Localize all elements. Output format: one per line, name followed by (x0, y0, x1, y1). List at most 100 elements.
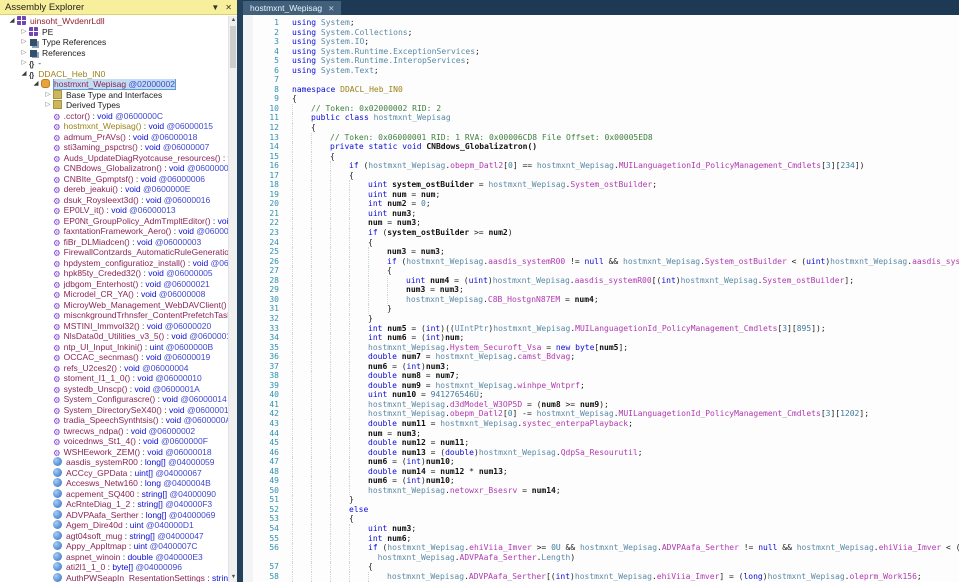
tree-item[interactable]: ⚙FirewallContzards_AutomaticRuleGenerati… (0, 247, 237, 258)
tree-item[interactable]: ⚙faxntationFramework_Aero() : void @0600… (0, 226, 237, 237)
tree-item[interactable]: ⚙dereb_jeakui() : void @0600000E (0, 184, 237, 195)
tree-item[interactable]: ⚙sti3aming_pspctrs() : void @06000007 (0, 142, 237, 153)
tree-item[interactable]: ◢{}DDACL_Heb_IN0 (0, 69, 237, 80)
item-label: faxntationFramework_Aero() : void @06000… (64, 226, 237, 236)
token: ][ (830, 409, 840, 418)
tree-item[interactable]: ▷Base Type and Interfaces (0, 90, 237, 101)
tree-item[interactable]: AcRnteDiag_1_2 : string[] @040000F3 (0, 499, 237, 510)
token: num4 (430, 276, 449, 285)
expander-icon[interactable]: ◢ (31, 79, 41, 90)
tree-item[interactable]: ⚙.cctor() : void @0600000C (0, 111, 237, 122)
tree-item[interactable]: aasdis_systemR00 : long[] @04000059 (0, 457, 237, 468)
expander-icon[interactable]: ◢ (19, 69, 29, 80)
tree-scrollbar[interactable]: ▲ ▼ (228, 16, 237, 582)
code-line: 21 uint num3; (253, 209, 959, 219)
tree-item[interactable]: ⚙jdbgom_Enterhost() : void @06000021 (0, 279, 237, 290)
tree-item[interactable]: ACCcy_GPData : uint[] @04000067 (0, 468, 237, 479)
tree-item[interactable]: ▷References (0, 48, 237, 59)
tree-item[interactable]: ▷Derived Types (0, 100, 237, 111)
token: ; (479, 390, 484, 399)
tree-item[interactable]: ⚙NlsData0d_Utilities_v3_5() : void @0600… (0, 331, 237, 342)
token: 941276546U (431, 390, 479, 399)
tree-item[interactable]: Agem_Dire40d : uint @040000D1 (0, 520, 237, 531)
tree-item[interactable]: ⚙dsuk_Roysleext3d() : void @06000016 (0, 195, 237, 206)
token: hostmxnt_Wepisag (623, 257, 700, 266)
tree-item[interactable]: ⚙System_Configurascre() : void @06000014 (0, 394, 237, 405)
scroll-down-icon[interactable]: ▼ (229, 573, 238, 582)
tree-item[interactable]: ⚙tradia_SpeechSynthtsis() : void @060000… (0, 415, 237, 426)
close-icon[interactable]: ✕ (225, 3, 232, 12)
tree-item[interactable]: ▷PE (0, 27, 237, 38)
indent-guide (349, 429, 368, 439)
indent-guide (349, 218, 368, 228)
token: AcRnteDiag_1_2 (66, 499, 130, 509)
scrollbar-thumb[interactable] (230, 26, 236, 68)
code-line: 28 uint num4 = (uint)hostmxnt_Wepisag.aa… (253, 276, 959, 286)
tree-item[interactable]: Appy_AppItmap : uint @0400007C (0, 541, 237, 552)
token: hostmxnt_Wepisag (435, 352, 512, 361)
breakpoint-gutter[interactable] (243, 15, 253, 582)
tree-item[interactable]: Accesws_Netw160 : long @0400004B (0, 478, 237, 489)
tree-item[interactable]: ⚙systedb_Unscp() : void @0600001A (0, 384, 237, 395)
line-number: 58 (253, 572, 279, 582)
token: CNBIte_Gpmptsf() (64, 174, 134, 184)
tree-item[interactable]: ⚙refs_U2ces2() : void @06000004 (0, 363, 237, 374)
tree-item[interactable]: ⚙Microdel_CR_YA() : void @06000008 (0, 289, 237, 300)
indent-guide (292, 438, 311, 448)
expander-icon[interactable]: ◢ (7, 16, 17, 27)
tree-item[interactable]: ⚙EP0LV_it() : void @06000013 (0, 205, 237, 216)
expander-icon[interactable]: ▷ (19, 37, 29, 48)
token: )(( (440, 324, 454, 333)
tree-item[interactable]: ⚙hpk85ty_Creded32() : void @06000005 (0, 268, 237, 279)
indent-guide (292, 486, 311, 496)
item-label: admum_PrAVs() : void @06000018 (64, 132, 198, 142)
tree-item[interactable]: ⚙MicroyWeb_Management_WebDAVClient() : v… (0, 300, 237, 311)
tree-item[interactable]: ⚙hpdystem_configuratioz_install() : void… (0, 258, 237, 269)
tree-item[interactable]: ADVPAafa_Serther : long[] @04000069 (0, 510, 237, 521)
token: num6 (368, 476, 387, 485)
tree-item[interactable]: ◢uinsoht_WvdenrLdll (0, 16, 237, 27)
tree-item[interactable]: ⚙ntp_UI_Input_Inkini() : uint @0600000B (0, 342, 237, 353)
token: void (145, 279, 161, 289)
tree-item[interactable]: agt04soft_mug : string[] @04000047 (0, 531, 237, 542)
tree-item[interactable]: ⚙System_DirectorySeX40() : void @0600001… (0, 405, 237, 416)
tree-item[interactable]: aspnet_winoin : double @040000E3 (0, 552, 237, 563)
tree-item[interactable]: ⚙Auds_UpdateDiagRyotcause_resources() : … (0, 153, 237, 164)
assembly-tree[interactable]: ◢uinsoht_WvdenrLdll▷PE▷Type References▷R… (0, 15, 237, 582)
expander-icon[interactable]: ▷ (19, 27, 29, 38)
tree-item[interactable]: ◢hostmxnt_Wepisag @02000002 (0, 79, 237, 90)
code-line: 3using System.IO; (253, 37, 959, 47)
tree-item[interactable]: ⚙CNBIte_Gpmptsf() : void @06000006 (0, 174, 237, 185)
tree-item[interactable]: AuthPWSeapIn_ResentationSettings : strin… (0, 573, 237, 582)
tree-item[interactable]: ▷Type References (0, 37, 237, 48)
window-position-icon[interactable]: ▼ (211, 3, 219, 12)
tree-item[interactable]: ⚙MSTINI_Immvol32() : void @06000020 (0, 321, 237, 332)
tab-close-icon[interactable]: ✕ (328, 4, 334, 13)
tree-item[interactable]: ⚙voicednws_St1_4() : void @0600000F (0, 436, 237, 447)
tree-item[interactable]: ⚙hostmxnt_Wepisag() : void @06000015 (0, 121, 237, 132)
tab-hostmxnt-wepisag[interactable]: hostmxnt_Wepisag ✕ (243, 1, 341, 15)
decompiled-source[interactable]: 1using System;2using System.Collections;… (253, 15, 959, 582)
item-label: System_DirectorySeX40() : void @0600001F (64, 405, 234, 415)
tree-item[interactable]: ⚙stoment_I1_1_0() : void @06000010 (0, 373, 237, 384)
tree-item[interactable]: ⚙twrecws_ndpa() : void @06000002 (0, 426, 237, 437)
tree-item[interactable]: ⚙fiBr_DLMiadcen() : void @06000003 (0, 237, 237, 248)
tree-item[interactable]: ⚙admum_PrAVs() : void @06000018 (0, 132, 237, 143)
expander-icon[interactable]: ▷ (19, 58, 29, 69)
tree-item[interactable]: ⚙CNBdows_Globalizatron() : void @0600000… (0, 163, 237, 174)
tree-item[interactable]: ⚙WSHEework_ZEM() : void @06000018 (0, 447, 237, 458)
expander-icon[interactable]: ▷ (43, 100, 53, 111)
line-number: 14 (253, 142, 279, 152)
token: ; (426, 199, 431, 208)
indent-guide (330, 371, 349, 381)
tree-item[interactable]: ⚙miscnkgroundTrhnsfer_ContentPrefetchTas… (0, 310, 237, 321)
scroll-up-icon[interactable]: ▲ (229, 16, 238, 25)
tree-item[interactable]: ▷{}- (0, 58, 237, 69)
tree-item[interactable]: ⚙OCCAC_secnmas() : void @06000019 (0, 352, 237, 363)
expander-icon[interactable]: ▷ (43, 90, 53, 101)
tree-item[interactable]: ati2l1_1_0 : byte[] @04000096 (0, 562, 237, 573)
expander-icon[interactable]: ▷ (19, 48, 29, 59)
token: @06000001 (185, 163, 234, 173)
tree-item[interactable]: acpement_SQ400 : string[] @04000090 (0, 489, 237, 500)
tree-item[interactable]: ⚙EP0Nt_GroupPolicy_AdmTmpltEditor() : vo… (0, 216, 237, 227)
